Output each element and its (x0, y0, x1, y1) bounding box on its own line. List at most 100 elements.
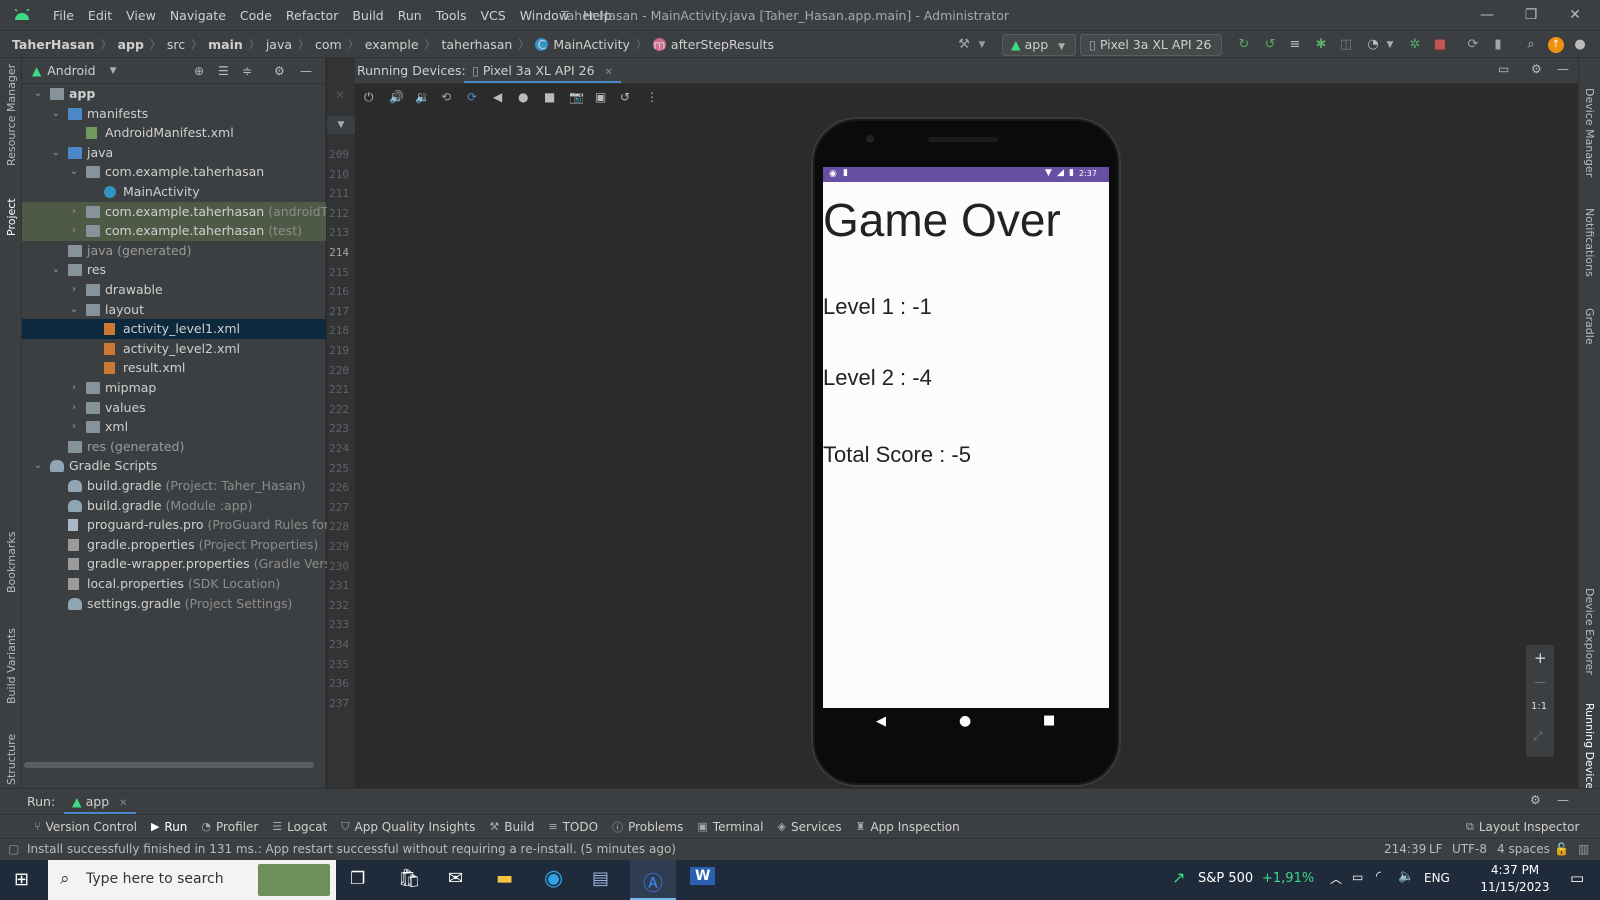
zoom-in-button[interactable]: + (1534, 649, 1547, 667)
breadcrumb-project[interactable]: TaherHasan (12, 37, 95, 52)
chevron-right-icon[interactable]: › (68, 202, 80, 222)
stripe-project[interactable]: Project (5, 198, 18, 236)
tool-problems[interactable]: ⓘ Problems (612, 819, 683, 835)
sync-gradle-icon[interactable]: ⟳ (1465, 37, 1481, 53)
caret-position[interactable]: 214:39 (1384, 839, 1426, 859)
android-home-icon[interactable]: ● (959, 713, 971, 729)
menu-tools[interactable]: Tools (429, 8, 474, 23)
edge-icon[interactable]: ◉ (544, 866, 563, 891)
hide-panel-icon[interactable]: — (1557, 793, 1569, 807)
apply-changes-icon[interactable]: ↺ (1262, 37, 1278, 53)
task-view-icon[interactable]: ❐ (350, 869, 365, 889)
reset-icon[interactable]: ↺ (620, 90, 630, 104)
stripe-running-devices[interactable]: Running Devices (1583, 703, 1596, 795)
speaker-icon[interactable]: 🔈 (1398, 869, 1414, 884)
tool-todo[interactable]: ≡ TODO (548, 820, 598, 834)
chevron-right-icon[interactable]: › (68, 378, 80, 398)
stripe-notifications[interactable]: Notifications (1583, 208, 1596, 277)
chevron-down-icon[interactable]: ⌄ (50, 143, 62, 163)
chevron-down-icon[interactable]: ⌄ (50, 260, 62, 280)
rotate-right-icon[interactable]: ⟳ (467, 90, 477, 104)
tree-item[interactable]: ⌄ Gradle Scripts (22, 456, 326, 476)
memory-icon[interactable]: ▥ (1578, 839, 1589, 859)
gear-icon[interactable]: ⚙ (1531, 62, 1542, 76)
phone-screen[interactable] (823, 167, 1109, 708)
project-view-select[interactable]: Android (47, 63, 95, 78)
zoom-fit-icon[interactable]: ⤢ (1533, 729, 1543, 744)
hammer-make-icon[interactable]: ⚒ (956, 37, 972, 53)
android-back-icon[interactable]: ◀ (876, 714, 886, 729)
breadcrumb-com[interactable]: com (315, 37, 342, 52)
account-icon[interactable]: ● (1572, 37, 1588, 53)
wifi-icon[interactable]: ◜ (1376, 869, 1381, 884)
select-opened-file-icon[interactable]: ⊕ (194, 64, 204, 78)
menu-run[interactable]: Run (391, 8, 429, 23)
tree-item[interactable]: › values (22, 398, 326, 418)
tree-item[interactable]: java (generated) (22, 241, 326, 261)
profile-icon[interactable]: ◔ (1365, 37, 1381, 53)
chevron-up-icon[interactable]: ︿ (1330, 870, 1342, 887)
tool-app-inspection[interactable]: ♜ App Inspection (856, 820, 960, 834)
hide-panel-icon[interactable]: — (1557, 62, 1569, 76)
tree-item[interactable]: MainActivity (22, 182, 326, 202)
file-encoding[interactable]: UTF-8 (1452, 839, 1487, 859)
menu-edit[interactable]: Edit (81, 8, 119, 23)
home-icon[interactable]: ● (518, 90, 528, 104)
breadcrumb-src[interactable]: src (167, 37, 185, 52)
menu-file[interactable]: File (46, 8, 81, 23)
tree-item[interactable]: › xml (22, 417, 326, 437)
chevron-down-icon[interactable]: ⌄ (68, 300, 80, 320)
stripe-device-manager[interactable]: Device Manager (1583, 88, 1596, 177)
status-toggle-icon[interactable]: ▢ (8, 839, 19, 859)
breadcrumb-method[interactable]: afterStepResults (671, 37, 774, 52)
tool-layout-inspector[interactable]: ⧉ Layout Inspector (1466, 820, 1579, 834)
close-window-button[interactable]: ✕ (1552, 0, 1598, 30)
tree-item[interactable]: ⌄ app (22, 84, 326, 104)
chevron-down-icon[interactable]: ⌄ (32, 456, 44, 476)
zoom-out-button[interactable]: — (1534, 675, 1546, 689)
breadcrumb-mainactivity[interactable]: MainActivity (553, 37, 630, 52)
stripe-build-variants[interactable]: Build Variants (5, 628, 18, 704)
tree-item[interactable]: gradle.properties (Project Properties) (22, 535, 326, 555)
tree-item[interactable]: result.xml (22, 358, 326, 378)
gear-icon[interactable]: ⚙ (274, 64, 285, 78)
tool-version-control[interactable]: ⑂ Version Control (34, 820, 137, 834)
menu-vcs[interactable]: VCS (474, 8, 513, 23)
back-icon[interactable]: ◀ (493, 90, 502, 104)
screen-record-icon[interactable]: ▣ (595, 90, 606, 104)
rerun-icon[interactable]: ↻ (1236, 37, 1252, 53)
menu-view[interactable]: View (119, 8, 163, 23)
stock-change[interactable]: +1,91% (1262, 871, 1314, 886)
tree-item[interactable]: proguard-rules.pro (ProGuard Rules for ":… (22, 515, 377, 535)
clock-time[interactable]: 4:37 PM (1480, 863, 1550, 877)
tree-item[interactable]: activity_level2.xml (22, 339, 326, 359)
chevron-right-icon[interactable]: › (68, 417, 80, 437)
breadcrumb-app[interactable]: app (118, 37, 144, 52)
tree-item[interactable]: activity_level1.xml (22, 319, 326, 340)
device-manager-icon[interactable]: ▮ (1490, 37, 1506, 53)
tool-run[interactable]: ▶ Run (151, 820, 187, 834)
breadcrumb-example[interactable]: example (365, 37, 419, 52)
chevron-down-icon[interactable]: ▼ (1382, 37, 1398, 53)
debug-attach-icon[interactable]: ✲ (1407, 37, 1423, 53)
overview-icon[interactable]: ■ (544, 90, 555, 104)
battery-icon[interactable]: ▭ (1352, 870, 1363, 884)
stripe-gradle[interactable]: Gradle (1583, 308, 1596, 345)
breadcrumb-taherhasan[interactable]: taherhasan (442, 37, 513, 52)
update-icon[interactable]: ↑ (1548, 37, 1564, 53)
volume-down-icon[interactable]: 🔉 (415, 90, 430, 104)
close-icon[interactable]: ✕ (605, 67, 613, 78)
close-icon[interactable]: ✕ (335, 88, 345, 102)
tree-item[interactable]: ⌄ res (22, 260, 326, 280)
menu-refactor[interactable]: Refactor (279, 8, 345, 23)
stripe-device-explorer[interactable]: Device Explorer (1583, 588, 1596, 675)
chevron-down-icon[interactable]: ⌄ (68, 162, 80, 182)
word-icon[interactable]: W (690, 867, 716, 885)
android-recents-icon[interactable]: ■ (1043, 713, 1055, 728)
stop-icon[interactable]: ■ (1432, 37, 1448, 53)
tree-item[interactable]: › com.example.taherhasan (test) (22, 221, 326, 242)
expand-all-icon[interactable]: ☰ (218, 64, 229, 78)
tree-item[interactable]: res (generated) (22, 437, 326, 457)
tool-profiler[interactable]: ◔ Profiler (201, 820, 258, 834)
line-separator[interactable]: LF (1429, 839, 1443, 859)
